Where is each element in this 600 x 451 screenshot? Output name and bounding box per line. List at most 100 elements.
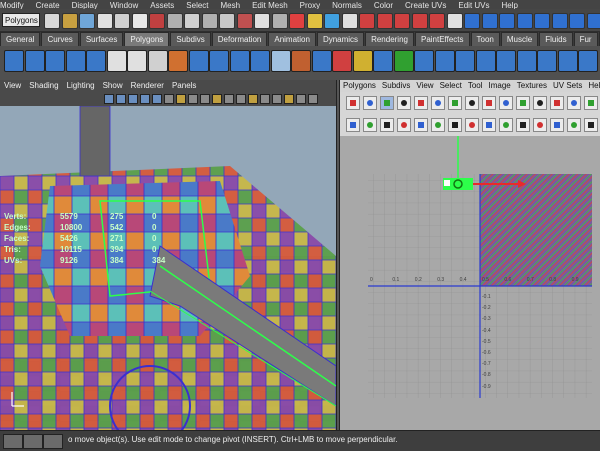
uv-menu-item[interactable]: Help bbox=[588, 80, 600, 92]
status-tool-icon[interactable] bbox=[447, 13, 463, 29]
shelf-tab[interactable]: Toon bbox=[471, 32, 500, 46]
shelf-tool-icon[interactable] bbox=[373, 50, 393, 72]
uv-toolbar-icon[interactable] bbox=[397, 96, 411, 110]
viewport-toolbar-icon[interactable] bbox=[212, 94, 222, 104]
shelf-tab[interactable]: Animation bbox=[268, 32, 316, 46]
viewport-toolbar-icon[interactable] bbox=[308, 94, 318, 104]
status-tool-icon[interactable] bbox=[517, 13, 533, 29]
viewport-toolbar-icon[interactable] bbox=[200, 94, 210, 104]
status-tool-icon[interactable] bbox=[342, 13, 358, 29]
shelf-tool-icon[interactable] bbox=[189, 50, 209, 72]
status-tool-icon[interactable] bbox=[237, 13, 253, 29]
uv-menu-item[interactable]: View bbox=[416, 80, 433, 92]
shelf-tool-icon[interactable] bbox=[476, 50, 496, 72]
shelf-tool-icon[interactable] bbox=[578, 50, 598, 72]
shelf-tab[interactable]: Surfaces bbox=[80, 32, 124, 46]
uv-toolbar-icon[interactable] bbox=[380, 96, 394, 110]
menu-item[interactable]: Color bbox=[374, 1, 393, 9]
uv-toolbar-icon[interactable] bbox=[499, 96, 513, 110]
status-tool-icon[interactable] bbox=[307, 13, 323, 29]
status-tool-icon[interactable] bbox=[272, 13, 288, 29]
viewport-menu-item[interactable]: View bbox=[4, 80, 21, 92]
menu-item[interactable]: Edit Mesh bbox=[252, 1, 288, 9]
shelf-tab[interactable]: Polygons bbox=[124, 32, 169, 46]
status-tool-icon[interactable] bbox=[254, 13, 270, 29]
menu-item[interactable]: Display bbox=[72, 1, 98, 9]
status-tool-icon[interactable] bbox=[149, 13, 165, 29]
uv-menu-item[interactable]: Subdivs bbox=[382, 80, 410, 92]
shelf-tool-icon[interactable] bbox=[127, 50, 147, 72]
status-tool-icon[interactable] bbox=[394, 13, 410, 29]
status-tool-icon[interactable] bbox=[79, 13, 95, 29]
shelf-tab[interactable]: PaintEffects bbox=[415, 32, 470, 46]
uv-toolbar-icon[interactable] bbox=[584, 118, 598, 132]
uv-toolbar-icon[interactable] bbox=[414, 96, 428, 110]
shelf-tab[interactable]: Subdivs bbox=[170, 32, 210, 46]
uv-toolbar-icon[interactable] bbox=[550, 118, 564, 132]
status-tool-icon[interactable] bbox=[44, 13, 60, 29]
uv-menu-item[interactable]: Image bbox=[489, 80, 511, 92]
shelf-tool-icon[interactable] bbox=[353, 50, 373, 72]
viewport-toolbar-icon[interactable] bbox=[224, 94, 234, 104]
viewport-menu-item[interactable]: Lighting bbox=[67, 80, 95, 92]
menu-set-select[interactable]: Polygons bbox=[2, 13, 40, 27]
shelf-tab[interactable]: Deformation bbox=[212, 32, 268, 46]
status-tool-icon[interactable] bbox=[359, 13, 375, 29]
uv-toolbar-icon[interactable] bbox=[533, 118, 547, 132]
status-tool-icon[interactable] bbox=[289, 13, 305, 29]
shelf-tool-icon[interactable] bbox=[168, 50, 188, 72]
uv-toolbar-icon[interactable] bbox=[482, 96, 496, 110]
uv-toolbar-icon[interactable] bbox=[516, 96, 530, 110]
shelf-tool-icon[interactable] bbox=[148, 50, 168, 72]
uv-texture-area[interactable]: 00.10.20.30.40.50.60.70.80.9 -0.1-0.2-0.… bbox=[340, 136, 600, 430]
viewport-toolbar-icon[interactable] bbox=[188, 94, 198, 104]
uv-toolbar-icon[interactable] bbox=[397, 118, 411, 132]
viewport-menu-item[interactable]: Panels bbox=[172, 80, 196, 92]
shelf-tab[interactable]: Fluids bbox=[539, 32, 572, 46]
status-tool-icon[interactable] bbox=[482, 13, 498, 29]
uv-toolbar-icon[interactable] bbox=[567, 118, 581, 132]
shelf-tool-icon[interactable] bbox=[496, 50, 516, 72]
viewport-toolbar-icon[interactable] bbox=[104, 94, 114, 104]
shelf-tool-icon[interactable] bbox=[209, 50, 229, 72]
uv-toolbar-icon[interactable] bbox=[431, 118, 445, 132]
shelf-tab[interactable]: General bbox=[0, 32, 40, 46]
viewport-toolbar-icon[interactable] bbox=[260, 94, 270, 104]
status-tool-icon[interactable] bbox=[324, 13, 340, 29]
uv-toolbar-icon[interactable] bbox=[550, 96, 564, 110]
perspective-viewport[interactable]: Verts:55792750Edges:108005420Faces:54262… bbox=[0, 106, 336, 430]
status-tool-icon[interactable] bbox=[464, 13, 480, 29]
uv-toolbar-icon[interactable] bbox=[533, 96, 547, 110]
viewport-toolbar-icon[interactable] bbox=[284, 94, 294, 104]
shelf-tool-icon[interactable] bbox=[435, 50, 455, 72]
viewport-toolbar-icon[interactable] bbox=[272, 94, 282, 104]
viewport-toolbar-icon[interactable] bbox=[140, 94, 150, 104]
status-tool-icon[interactable] bbox=[552, 13, 568, 29]
shelf-tool-icon[interactable] bbox=[250, 50, 270, 72]
uv-toolbar-icon[interactable] bbox=[346, 96, 360, 110]
shelf-tab[interactable]: Dynamics bbox=[317, 32, 364, 46]
menu-item[interactable]: Normals bbox=[332, 1, 362, 9]
status-tool-icon[interactable] bbox=[114, 13, 130, 29]
shelf-tool-icon[interactable] bbox=[45, 50, 65, 72]
menu-item[interactable]: Edit UVs bbox=[458, 1, 489, 9]
uv-toolbar-icon[interactable] bbox=[482, 118, 496, 132]
menu-item[interactable]: Assets bbox=[150, 1, 174, 9]
status-tool-icon[interactable] bbox=[184, 13, 200, 29]
uv-toolbar-icon[interactable] bbox=[516, 118, 530, 132]
uv-menu-item[interactable]: Tool bbox=[468, 80, 483, 92]
shelf-tool-icon[interactable] bbox=[4, 50, 24, 72]
status-tool-icon[interactable] bbox=[97, 13, 113, 29]
uv-toolbar-icon[interactable] bbox=[567, 96, 581, 110]
shelf-tab[interactable]: Curves bbox=[41, 32, 78, 46]
viewport-toolbar-icon[interactable] bbox=[236, 94, 246, 104]
status-tool-icon[interactable] bbox=[132, 13, 148, 29]
uv-toolbar-icon[interactable] bbox=[380, 118, 394, 132]
panel-layout-button[interactable] bbox=[3, 434, 23, 449]
shelf-tool-icon[interactable] bbox=[394, 50, 414, 72]
viewport-toolbar-icon[interactable] bbox=[152, 94, 162, 104]
viewport-toolbar-icon[interactable] bbox=[116, 94, 126, 104]
uv-toolbar-icon[interactable] bbox=[363, 96, 377, 110]
status-tool-icon[interactable] bbox=[62, 13, 78, 29]
shelf-tool-icon[interactable] bbox=[455, 50, 475, 72]
